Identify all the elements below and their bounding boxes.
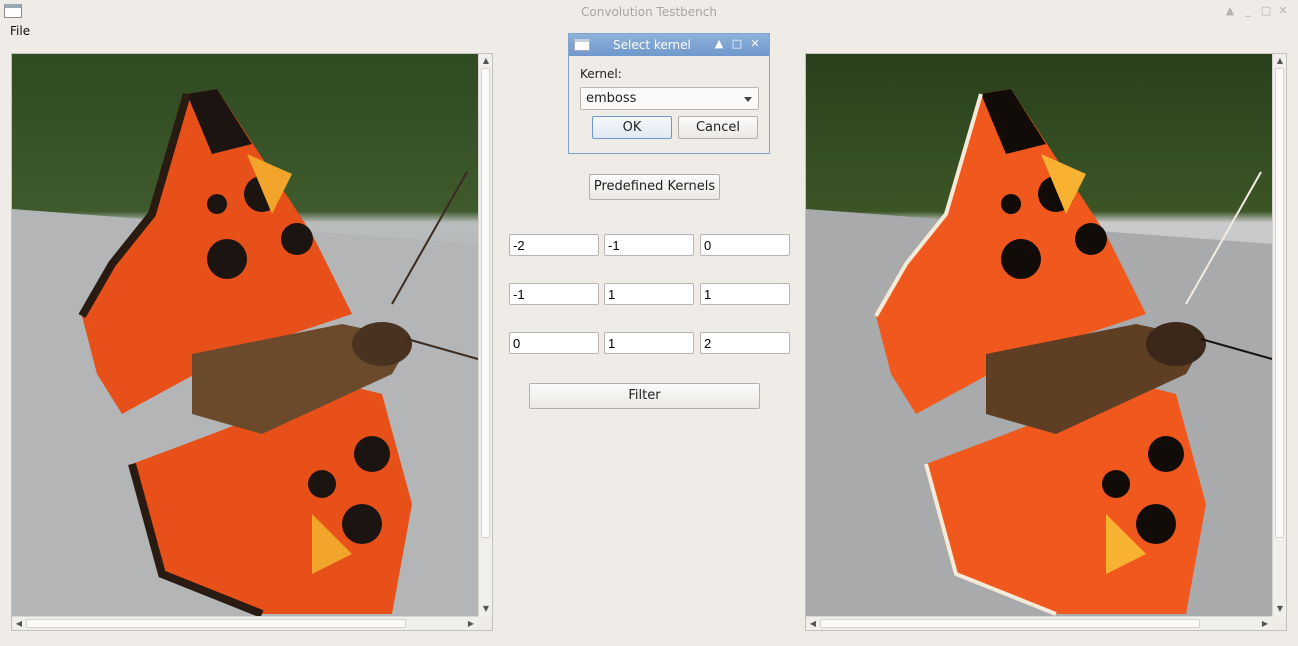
kernel-label: Kernel:	[580, 67, 622, 81]
close-icon[interactable]: ✕	[748, 37, 762, 51]
kernel-cell-2-2[interactable]	[700, 332, 790, 354]
scroll-left-arrow-icon[interactable]: ◀	[806, 617, 820, 631]
select-kernel-dialog: Select kernel ▲ □ ✕ Kernel: emboss OK Ca…	[568, 33, 770, 154]
kernel-select[interactable]: emboss	[580, 87, 759, 110]
ok-button[interactable]: OK	[592, 116, 672, 139]
scroll-thumb[interactable]	[26, 619, 406, 628]
original-image-pane: ▲ ▼ ◀ ▶	[11, 53, 493, 631]
filtered-horizontal-scrollbar[interactable]: ◀ ▶	[806, 616, 1272, 630]
scroll-thumb[interactable]	[1275, 68, 1284, 538]
kernel-select-value: emboss	[586, 91, 637, 106]
scroll-up-arrow-icon[interactable]: ▲	[1273, 54, 1287, 68]
scroll-left-arrow-icon[interactable]: ◀	[12, 617, 26, 631]
kernel-cell-1-1[interactable]	[604, 283, 694, 305]
scroll-thumb[interactable]	[481, 68, 490, 538]
scroll-corner	[478, 616, 492, 630]
original-vertical-scrollbar[interactable]: ▲ ▼	[478, 54, 492, 616]
scroll-down-arrow-icon[interactable]: ▼	[479, 602, 493, 616]
window-title: Convolution Testbench	[581, 5, 717, 19]
kernel-cell-0-1[interactable]	[604, 234, 694, 256]
minimize-icon[interactable]: _	[1241, 4, 1255, 18]
dialog-title: Select kernel	[613, 38, 691, 52]
scroll-up-arrow-icon[interactable]: ▲	[479, 54, 493, 68]
filtered-vertical-scrollbar[interactable]: ▲ ▼	[1272, 54, 1286, 616]
maximize-icon[interactable]: □	[1259, 4, 1273, 18]
original-butterfly-image	[12, 54, 478, 616]
kernel-cell-1-2[interactable]	[700, 283, 790, 305]
original-horizontal-scrollbar[interactable]: ◀ ▶	[12, 616, 478, 630]
title-bar: Convolution Testbench ▲ _ □ ✕	[0, 0, 1298, 24]
menu-file[interactable]: File	[10, 24, 30, 38]
cancel-button[interactable]: Cancel	[678, 116, 758, 139]
scroll-corner	[1272, 616, 1286, 630]
kernel-cell-2-0[interactable]	[509, 332, 599, 354]
filtered-butterfly-image	[806, 54, 1272, 616]
filter-button[interactable]: Filter	[529, 383, 760, 409]
kernel-cell-1-0[interactable]	[509, 283, 599, 305]
predefined-kernels-button[interactable]: Predefined Kernels	[589, 174, 720, 200]
kernel-cell-0-2[interactable]	[700, 234, 790, 256]
scroll-down-arrow-icon[interactable]: ▼	[1273, 602, 1287, 616]
keep-above-icon[interactable]: ▲	[1223, 4, 1237, 18]
dialog-app-icon	[574, 39, 590, 51]
keep-above-icon[interactable]: ▲	[712, 37, 726, 51]
scroll-right-arrow-icon[interactable]: ▶	[1258, 617, 1272, 631]
scroll-thumb[interactable]	[820, 619, 1200, 628]
scroll-right-arrow-icon[interactable]: ▶	[464, 617, 478, 631]
filtered-image-pane: ▲ ▼ ◀ ▶	[805, 53, 1287, 631]
kernel-cell-0-0[interactable]	[509, 234, 599, 256]
kernel-cell-2-1[interactable]	[604, 332, 694, 354]
close-icon[interactable]: ✕	[1276, 4, 1290, 18]
maximize-icon[interactable]: □	[730, 37, 744, 51]
dialog-title-bar: Select kernel ▲ □ ✕	[569, 34, 769, 56]
chevron-down-icon	[744, 97, 752, 102]
